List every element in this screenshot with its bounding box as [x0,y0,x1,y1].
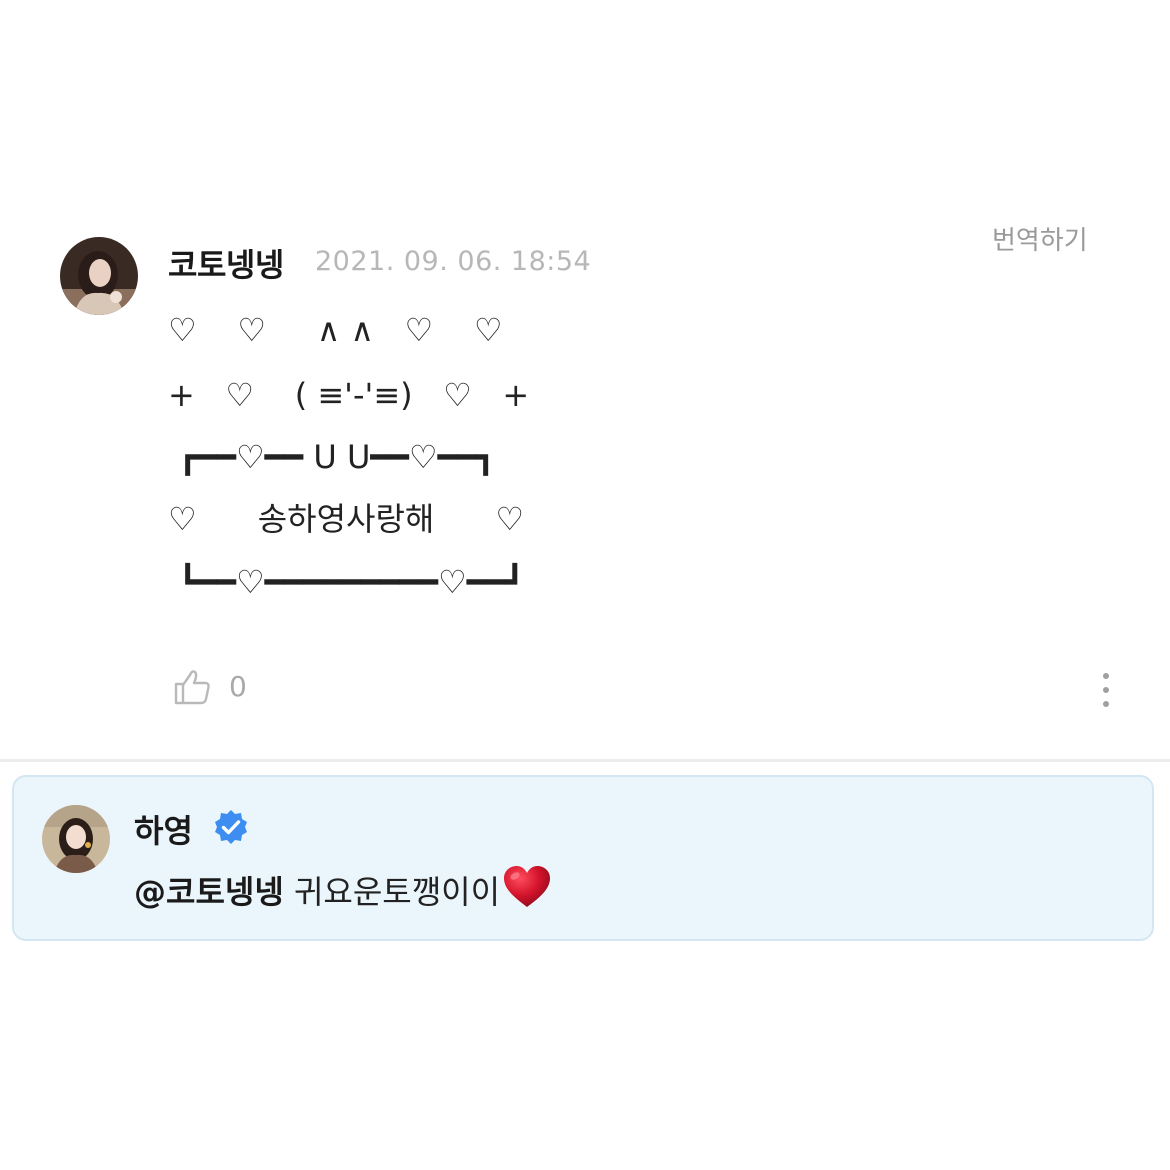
comment-timestamp: 2021. 09. 06. 18:54 [315,246,592,277]
avatar-photo [42,805,110,873]
comment-text-line: ┏━━♡━━ U U━━♡━━┓ [168,438,496,476]
comment-text-line: ┗━━♡━━━━━━━━━♡━━┛ [168,563,525,601]
author-avatar[interactable] [60,237,138,315]
reply-message: 귀요운토깽이이 [283,873,501,911]
reply-author-avatar[interactable] [42,805,110,873]
like-count: 0 [229,670,247,703]
avatar-photo [60,237,138,315]
more-vertical-icon[interactable] [1094,670,1118,712]
comment-text-line: ♡ ♡ ∧ ∧ ♡ ♡ [168,311,503,349]
mention-link[interactable]: @코토넹넹 [134,873,284,911]
comment-item: 코토넹넹 2021. 09. 06. 18:54 번역하기 ♡ ♡ ∧ ∧ ♡ … [0,0,1170,760]
verified-badge-icon [215,810,247,844]
translate-button[interactable]: 번역하기 [992,220,1088,257]
comment-text-line: ♡ 송하영사랑해 ♡ [168,500,525,538]
red-heart-icon [504,866,551,907]
comment-text-line: + ♡ ( ≡'-'≡) ♡ + [168,376,530,414]
artist-reply-card: 하영 @코토넹넹 귀요운토깽이이 [12,775,1154,941]
reply-author-name[interactable]: 하영 [134,806,193,852]
thumbs-up-icon [174,670,210,705]
reply-text: @코토넹넹 귀요운토깽이이 [134,865,552,913]
author-name[interactable]: 코토넹넹 [168,240,284,286]
divider [0,759,1170,762]
